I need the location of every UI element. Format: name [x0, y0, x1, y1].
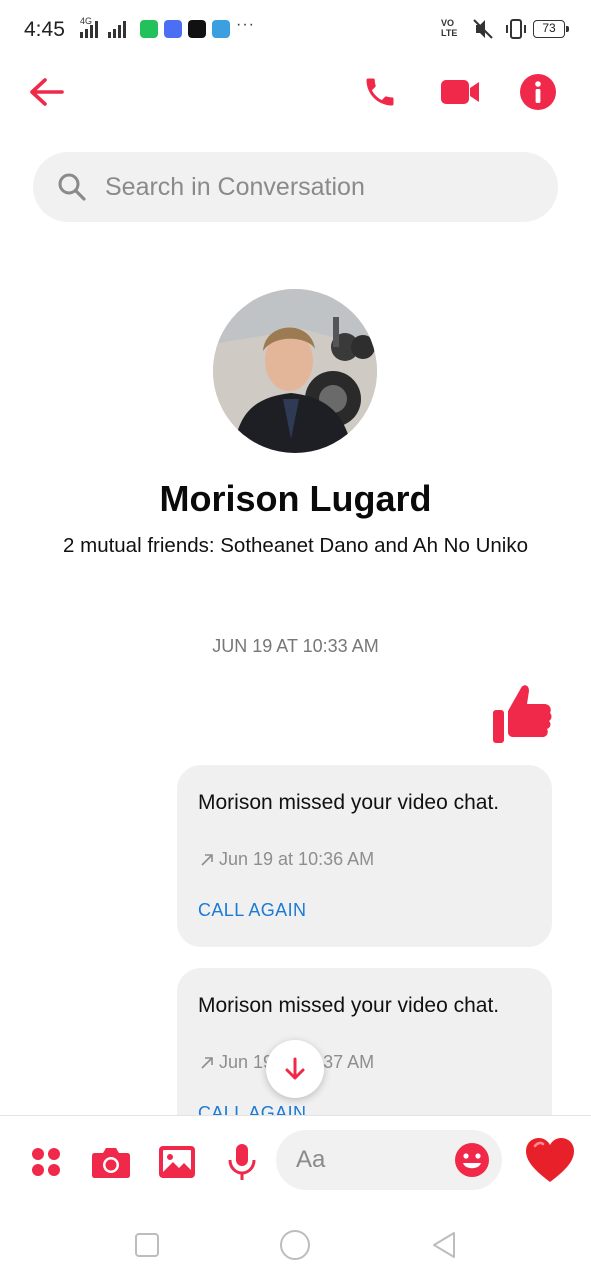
missed-call-time-label: Jun 19 at 10:36 AM: [219, 849, 375, 869]
missed-call-bubble: Morison missed your video chat. Jun 19 a…: [177, 765, 552, 947]
outgoing-arrow-icon: [201, 1056, 213, 1069]
camera-button[interactable]: [89, 1140, 133, 1184]
game-app-icon: [212, 20, 230, 38]
conversation-search[interactable]: [33, 152, 558, 222]
info-button[interactable]: [516, 70, 560, 114]
video-camera-icon: [441, 80, 479, 104]
status-bar: 4:45 4G ··· VO LTE 73: [0, 0, 591, 60]
missed-call-bubble: Morison missed your video chat. Jun 19 a…: [177, 968, 552, 1118]
mute-icon: [473, 19, 493, 39]
status-time: 4:45: [24, 18, 65, 41]
voice-call-button[interactable]: [358, 70, 402, 114]
battery-indicator: 73: [533, 20, 569, 38]
more-notifications-icon: ···: [236, 16, 255, 33]
send-heart-button[interactable]: [522, 1132, 578, 1188]
info-icon: [520, 74, 556, 110]
profile-photo: [213, 289, 377, 453]
call-again-button[interactable]: CALL AGAIN: [198, 900, 306, 921]
camera-icon: [92, 1148, 130, 1178]
recents-button[interactable]: [127, 1225, 167, 1265]
missed-call-text: Morison missed your video chat.: [198, 791, 500, 814]
tiktok-app-icon: [188, 20, 206, 38]
avatar[interactable]: [213, 289, 377, 453]
message-field[interactable]: [276, 1130, 502, 1190]
messenger-app-icon: [164, 20, 182, 38]
emoji-icon[interactable]: [454, 1142, 490, 1178]
outgoing-arrow-icon: [201, 853, 213, 866]
battery-level: 73: [542, 21, 556, 35]
signal-icon-2: [108, 20, 126, 38]
missed-call-time: Jun 19 at 10:36 AM: [199, 849, 374, 870]
conversation-header: [0, 60, 591, 124]
search-icon: [58, 173, 86, 201]
gallery-button[interactable]: [155, 1140, 199, 1184]
video-call-button[interactable]: [438, 70, 482, 114]
volte-icon: VO LTE: [441, 18, 458, 38]
thumbs-up-message-icon[interactable]: [489, 680, 553, 746]
back-button[interactable]: [24, 70, 68, 114]
more-actions-button[interactable]: [24, 1140, 68, 1184]
voice-message-button[interactable]: [220, 1140, 264, 1184]
profile-name: Morison Lugard: [159, 478, 432, 519]
scroll-to-bottom-button[interactable]: [266, 1040, 324, 1098]
vibrate-icon: [506, 19, 526, 39]
mutual-friends-text: 2 mutual friends: Sotheanet Dano and Ah …: [63, 534, 528, 557]
square-icon: [135, 1233, 159, 1257]
back-nav-button[interactable]: [424, 1225, 464, 1265]
missed-call-text: Morison missed your video chat.: [198, 994, 500, 1017]
phone-icon: [366, 78, 394, 106]
message-composer: [0, 1115, 591, 1207]
chat-app-icon: [140, 20, 158, 38]
message-input[interactable]: [296, 1130, 456, 1190]
triangle-back-icon: [433, 1232, 455, 1258]
image-icon: [159, 1146, 195, 1178]
circle-icon: [280, 1230, 310, 1260]
four-dots-icon: [32, 1148, 60, 1176]
search-input[interactable]: [105, 152, 535, 222]
heart-icon: [526, 1138, 574, 1182]
home-button[interactable]: [275, 1225, 315, 1265]
arrow-down-icon: [285, 1057, 305, 1080]
signal-icon: [80, 20, 98, 38]
arrow-left-icon: [30, 78, 64, 106]
message-timestamp: JUN 19 AT 10:33 AM: [212, 636, 379, 656]
microphone-icon: [228, 1144, 256, 1180]
system-navigation-bar: [0, 1207, 591, 1280]
